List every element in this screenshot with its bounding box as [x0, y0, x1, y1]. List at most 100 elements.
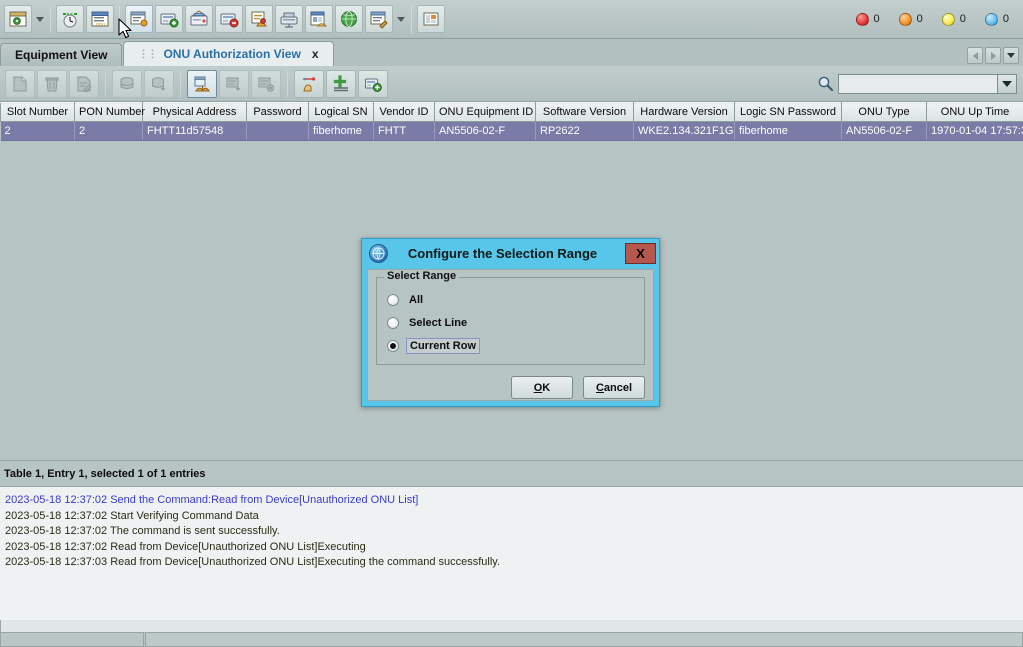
radio-current-row-indicator[interactable]: [387, 339, 399, 352]
tab-scroll-left-button[interactable]: [967, 47, 983, 64]
global-sync-button[interactable]: [335, 5, 363, 33]
entry-status-text: Table 1, Entry 1, selected 1 of 1 entrie…: [4, 467, 206, 480]
radio-option-current-row[interactable]: Current Row: [387, 335, 634, 356]
alarm-major-count: 0: [916, 13, 923, 25]
tab-close-icon[interactable]: x: [312, 47, 319, 61]
search-field-wrapper[interactable]: [838, 73, 998, 94]
configure-selection-range-dialog[interactable]: Configure the Selection Range X Select R…: [361, 238, 660, 407]
database-backup-button[interactable]: [305, 5, 333, 33]
panel-view-button[interactable]: [417, 5, 445, 33]
radio-current-row-label: Current Row: [406, 337, 480, 354]
cell-onu-type: AN5506-02-F: [841, 121, 927, 141]
clear-table-button[interactable]: [251, 69, 281, 98]
new-record-button[interactable]: [5, 69, 35, 98]
alarm-critical[interactable]: 0: [851, 12, 880, 26]
search-input[interactable]: [839, 74, 997, 93]
chevron-down-icon: [1007, 53, 1015, 58]
add-row-button[interactable]: [326, 69, 356, 98]
tab-grip-icon: ⋮⋮: [138, 48, 157, 60]
toolbar-separator: [105, 70, 106, 97]
report-dropdown-arrow[interactable]: [394, 6, 407, 32]
column-header-onu-equipment-id[interactable]: ONU Equipment ID: [434, 102, 536, 122]
table-row[interactable]: 2 2 FHTT11d57548 fiberhome FHTT AN5506-0…: [0, 121, 1023, 141]
cell-slot-number: 2: [0, 121, 75, 141]
select-range-groupbox: Select Range All Select Line Current Row: [376, 270, 645, 365]
delete-board-button[interactable]: [215, 5, 243, 33]
tab-list-button[interactable]: [1003, 47, 1019, 64]
onu-table: Slot Number PON Number Physical Address …: [0, 102, 1023, 141]
toolbar-separator: [287, 70, 288, 97]
add-device-button[interactable]: [358, 69, 388, 98]
column-header-pon-number[interactable]: PON Number: [74, 102, 145, 122]
tab-scroll-right-button[interactable]: [985, 47, 1001, 64]
cell-physical-address: FHTT11d57548: [142, 121, 247, 141]
ok-button[interactable]: OK: [511, 376, 573, 399]
entry-status-bar: Table 1, Entry 1, selected 1 of 1 entrie…: [0, 460, 1023, 486]
toolbar-separator: [119, 5, 120, 33]
application-window: onu 0 0 0 0 Equipment View ⋮⋮ ONU Author…: [0, 0, 1023, 647]
add-board-button[interactable]: [155, 5, 183, 33]
column-header-hardware-version[interactable]: Hardware Version: [633, 102, 735, 122]
column-header-software-version[interactable]: Software Version: [535, 102, 634, 122]
table-header-row: Slot Number PON Number Physical Address …: [0, 102, 1023, 122]
device-config-button[interactable]: [4, 5, 32, 33]
timing-task-button[interactable]: [56, 5, 84, 33]
edit-record-button[interactable]: [69, 69, 99, 98]
column-header-slot-number[interactable]: Slot Number: [0, 102, 75, 122]
tab-equipment-view[interactable]: Equipment View: [0, 43, 123, 66]
radio-all-indicator[interactable]: [387, 293, 399, 306]
cell-vendor-id: FHTT: [373, 121, 435, 141]
ok-button-rest: K: [542, 381, 551, 394]
authorize-onu-button[interactable]: [294, 69, 324, 98]
alarm-major-dot: [898, 12, 912, 26]
alarm-critical-count: 0: [873, 13, 880, 25]
copy-rows-button[interactable]: [112, 69, 142, 98]
read-from-device-button[interactable]: [125, 5, 153, 33]
tab-strip: Equipment View ⋮⋮ ONU Authorization View…: [0, 39, 1023, 66]
alarm-major[interactable]: 0: [894, 12, 923, 26]
log-panel[interactable]: 2023-05-18 12:37:02 Send the Command:Rea…: [0, 486, 1023, 620]
radio-option-select-line[interactable]: Select Line: [387, 312, 634, 333]
dialog-body: Select Range All Select Line Current Row…: [367, 269, 654, 401]
select-range-legend: Select Range: [384, 270, 460, 282]
tab-navigation: [965, 47, 1023, 66]
dialog-title: Configure the Selection Range: [407, 246, 598, 261]
cancel-button[interactable]: Cancel: [583, 376, 645, 399]
radio-select-line-label: Select Line: [409, 316, 468, 329]
column-header-password[interactable]: Password: [246, 102, 309, 122]
search-icon[interactable]: [814, 73, 836, 95]
search-dropdown-button[interactable]: [998, 73, 1017, 94]
dialog-title-bar[interactable]: Configure the Selection Range X: [362, 239, 659, 268]
column-header-onu-type[interactable]: ONU Type: [841, 102, 927, 122]
onu-list-button[interactable]: onu: [86, 5, 114, 33]
alarm-warning[interactable]: 0: [980, 12, 1009, 26]
column-header-onu-up-time[interactable]: ONU Up Time: [926, 102, 1023, 122]
delete-record-button[interactable]: [37, 69, 67, 98]
dialog-close-button[interactable]: X: [625, 243, 656, 264]
radio-select-line-indicator[interactable]: [387, 316, 399, 329]
radio-option-all[interactable]: All: [387, 289, 634, 310]
column-header-vendor-id[interactable]: Vendor ID: [373, 102, 435, 122]
column-header-logic-sn-password[interactable]: Logic SN Password: [734, 102, 842, 122]
table-toolbar: [0, 66, 1023, 102]
report-button[interactable]: [365, 5, 393, 33]
toolbar-group-3: [416, 3, 446, 35]
device-rack-button[interactable]: [275, 5, 303, 33]
alarm-minor[interactable]: 0: [937, 12, 966, 26]
column-header-physical-address[interactable]: Physical Address: [142, 102, 247, 122]
paste-rows-button[interactable]: [144, 69, 174, 98]
column-header-logical-sn[interactable]: Logical SN: [308, 102, 374, 122]
cell-onu-equipment-id: AN5506-02-F: [434, 121, 536, 141]
apply-config-button[interactable]: [245, 5, 273, 33]
network-config-button[interactable]: [185, 5, 213, 33]
chevron-down-icon: [1002, 80, 1012, 87]
toolbar-group-1: onu: [3, 3, 115, 35]
device-config-dropdown-arrow[interactable]: [33, 6, 46, 32]
tab-onu-authorization-view[interactable]: ⋮⋮ ONU Authorization View x: [123, 41, 334, 66]
read-table-button[interactable]: [187, 69, 217, 98]
cell-password: [246, 121, 309, 141]
cell-logical-sn: fiberhome: [308, 121, 374, 141]
alarm-minor-dot: [941, 12, 955, 26]
download-table-button[interactable]: [219, 69, 249, 98]
status-bar-left-cell: [0, 632, 144, 647]
